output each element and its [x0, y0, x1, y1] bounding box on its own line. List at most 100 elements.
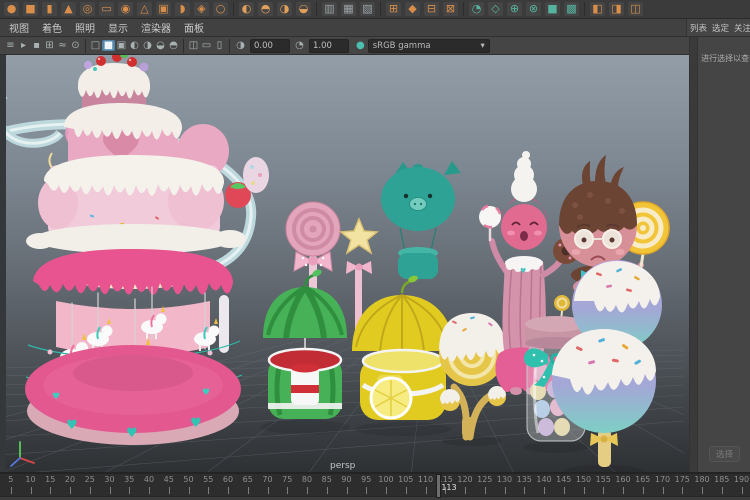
shelf-icon-poly-pyramid[interactable]: △ [137, 2, 152, 16]
shelf-icon-sculpt-tool[interactable]: ◐ [239, 2, 254, 16]
shelf-icon-duplicate[interactable]: ◨ [609, 2, 624, 16]
timeline-tick-mark [505, 487, 506, 494]
shelf-icon-combine[interactable]: ▦ [341, 2, 356, 16]
shelf-icon-multi-cut[interactable]: ◇ [488, 2, 503, 16]
model-watermelon-umbrella-basket[interactable] [263, 268, 347, 419]
model-cake-carousel[interactable]: ♥ ♥ ♥ ♥ ♥ ♥ ♥ ♥ [6, 55, 269, 445]
menu-renderer[interactable]: 渲染器 [141, 20, 171, 35]
shelf-icon-grid-fill[interactable]: ▩ [564, 2, 579, 16]
heart-decoration: ♥ [190, 416, 202, 431]
shelf-icon-smooth-tool[interactable]: ◓ [258, 2, 273, 16]
shelf-icon-separate[interactable]: ▧ [360, 2, 375, 16]
viewport-toolbar-icon-wireframe-mode[interactable]: □ [89, 40, 102, 51]
right-panel-scrollbar[interactable] [690, 37, 698, 472]
timeline-tick-label: 105 [398, 475, 413, 484]
toolbar-separator [229, 39, 230, 53]
heart-decoration: ♥ [202, 388, 210, 398]
shelf-icon-pinch-tool[interactable]: ◒ [296, 2, 311, 16]
shelf-icon-poly-cylinder[interactable]: ▮ [42, 2, 57, 16]
timeline-tick-label: 20 [65, 475, 75, 484]
viewport-toolbar-icon-shadows[interactable]: ◑ [141, 40, 154, 51]
viewport-toolbar-icon-textured-mode[interactable]: ▣ [115, 40, 128, 51]
shelf-icon-poly-disc[interactable]: ◉ [118, 2, 133, 16]
shelf-icon-extrude[interactable]: ⊞ [386, 2, 401, 16]
viewport-toolbar-icon-resolution-gate[interactable]: ▯ [213, 40, 226, 51]
tab-list[interactable]: 列表 [690, 22, 707, 34]
shelf-icon-mirror-geometry[interactable]: ◧ [590, 2, 605, 16]
model-pig-balloon[interactable] [381, 161, 461, 279]
tab-selected[interactable]: 选定 [712, 22, 729, 34]
timeline-tick-label: 80 [302, 475, 312, 484]
shelf-icon-poly-torus[interactable]: ◎ [80, 2, 95, 16]
range-slider[interactable] [0, 496, 750, 500]
shelf-icon-fill-hole[interactable]: ⊠ [443, 2, 458, 16]
shelf-icon-poly-plane[interactable]: ▭ [99, 2, 114, 16]
shelf-icon-mirror[interactable]: ▥ [322, 2, 337, 16]
shelf-icon-bridge[interactable]: ⊟ [424, 2, 439, 16]
shelf-icon-connect[interactable]: ⊗ [526, 2, 541, 16]
shelf-icon-bevel[interactable]: ◆ [405, 2, 420, 16]
viewport-toolbar-icon-select-by-component[interactable]: ▪ [30, 40, 43, 51]
timeline-tick-label: 40 [144, 475, 154, 484]
timeline-tick-label: 165 [635, 475, 650, 484]
gamma-field[interactable]: 1.00 [309, 39, 349, 53]
timeline-tick-mark [347, 487, 348, 494]
timeline-tick-label: 170 [655, 475, 670, 484]
timeline-tick-label: 125 [477, 475, 492, 484]
shelf-icon-poly-pipe[interactable]: ▣ [156, 2, 171, 16]
menu-panels[interactable]: 面板 [184, 20, 204, 35]
viewport-toolbar-icon-snap-to-point[interactable]: ⊙ [69, 40, 82, 51]
timeline-tick-mark [485, 487, 486, 494]
viewport-toolbar-icon-motion-blur[interactable]: ◓ [167, 40, 180, 51]
panel-menu-row: 视图着色照明显示渲染器面板 列表选定关注 [0, 19, 750, 37]
shelf-icon-poly-helix[interactable]: ◗ [175, 2, 190, 16]
shelf-icon-relax-tool[interactable]: ◑ [277, 2, 292, 16]
model-candy-tree[interactable] [439, 313, 506, 437]
timeline-tick-mark [742, 487, 743, 494]
viewport-toolbar-icon-field-chart[interactable]: ▭ [200, 40, 213, 51]
timeline-tick-label: 30 [104, 475, 114, 484]
timeline-tick-mark [366, 487, 367, 494]
exposure-field[interactable]: 0.00 [250, 39, 290, 53]
menu-lighting[interactable]: 照明 [75, 20, 95, 35]
menu-view[interactable]: 视图 [9, 20, 29, 35]
timeline-tick-label: 65 [243, 475, 253, 484]
colorspace-value: sRGB gamma [373, 40, 431, 52]
attribute-editor-footer-button[interactable]: 选择 [709, 446, 740, 462]
viewport-toolbar-icon-use-all-lights[interactable]: ◐ [128, 40, 141, 51]
viewport-toolbar-icon-isolate-select[interactable]: ◫ [187, 40, 200, 51]
timeline-tick-mark [11, 487, 12, 494]
shelf-icon-crease[interactable]: ■ [545, 2, 560, 16]
tab-focus[interactable]: 关注 [734, 22, 750, 34]
viewport-3d[interactable]: ♥ ♥ ♥ ♥ ♥ ♥ ♥ ♥ [0, 55, 689, 472]
shelf-separator [463, 2, 464, 16]
shelf-toolbar: ● ■ ▮ ▲ ◎ ▭ ◉ △ ▣ ◗ ◈ ○ ◐ ◓ ◑ ◒ ▥ ▦ ▧ ⊞ ◆ ⊟ ⊠ ◔ ◇ ⊕ ⊗ ■ ▩ ◧ ◨ ◫ [0, 0, 750, 19]
time-slider[interactable]: 5101520253035404550556065707580859095100… [0, 474, 750, 496]
timeline-tick-mark [129, 487, 130, 494]
timeline-tick-mark [50, 487, 51, 494]
timeline-tick-mark [584, 487, 585, 494]
shelf-icon-poly-cone[interactable]: ▲ [61, 2, 76, 16]
model-lemon-umbrella-basket[interactable] [352, 274, 454, 420]
shelf-icon-poly-soccer[interactable]: ○ [213, 2, 228, 16]
shelf-icon-boolean[interactable]: ◫ [628, 2, 643, 16]
menu-shading[interactable]: 着色 [42, 20, 62, 35]
shelf-icon-poly-gear[interactable]: ◈ [194, 2, 209, 16]
shelf-icon-poly-cube[interactable]: ■ [23, 2, 38, 16]
shelf-icon-quad-draw[interactable]: ◔ [469, 2, 484, 16]
timeline-tick-label: 75 [282, 475, 292, 484]
timeline-tick-label: 90 [341, 475, 351, 484]
timeline-tick-label: 60 [223, 475, 233, 484]
timeline-tick-mark [564, 487, 565, 494]
viewport-toolbar-icon-ambient-occlusion[interactable]: ◒ [154, 40, 167, 51]
viewport-toolbar-icon-snap-to-curve[interactable]: ≈ [56, 40, 69, 51]
menu-show[interactable]: 显示 [108, 20, 128, 35]
colorspace-dropdown[interactable]: sRGB gamma ▾ [368, 39, 490, 53]
viewport-toolbar-icon-shaded-mode[interactable]: ■ [102, 40, 115, 51]
shelf-icon-poly-sphere[interactable]: ● [4, 2, 19, 16]
viewport-toolbar-icon-select-by-object[interactable]: ▸ [17, 40, 30, 51]
viewport-toolbar-icon-select-by-hierarchy[interactable]: ≡ [4, 40, 17, 51]
viewport-toolbar-icon-snap-to-grid[interactable]: ⊞ [43, 40, 56, 51]
timeline-tick-label: 10 [25, 475, 35, 484]
shelf-icon-target-weld[interactable]: ⊕ [507, 2, 522, 16]
